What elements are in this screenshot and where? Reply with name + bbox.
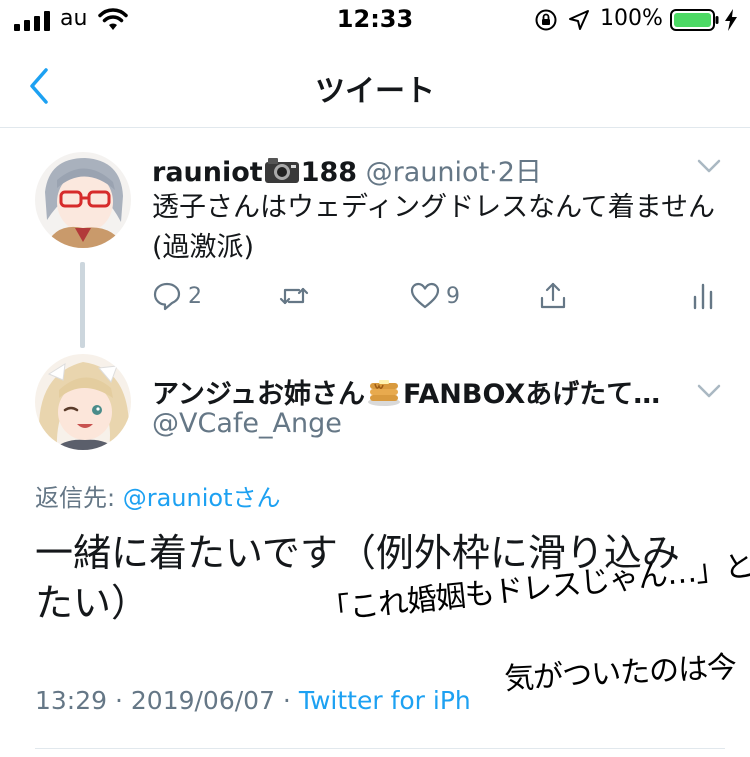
display-name[interactable]: rauniot (152, 157, 263, 188)
rotation-lock-icon (535, 9, 557, 31)
navigation-bar: ツイート (0, 44, 750, 128)
heart-icon (410, 282, 440, 309)
reply-to-link[interactable]: @rauniotさん (123, 484, 281, 512)
reply-count: 2 (188, 283, 202, 309)
display-name-prefix: アンジュお姉さん (152, 379, 366, 410)
chevron-down-icon[interactable] (696, 383, 722, 399)
analytics-icon (693, 283, 713, 310)
display-name-suffix[interactable]: 188 (301, 157, 357, 188)
like-count: 9 (446, 283, 460, 309)
page-title: ツイート (315, 74, 435, 109)
parent-tweet-header: rauniot 188 @rauniot·2日 (152, 150, 542, 189)
display-name[interactable]: アンジュお姉さん FANBOXあげたて… (152, 372, 692, 411)
tweet-text: 一緒に着たいです（例外枠に滑り込みたい） (35, 531, 680, 625)
avatar-image (35, 152, 131, 248)
analytics-button[interactable] (688, 278, 718, 314)
charging-bolt-icon (725, 9, 737, 31)
tweet-meta: 13:29 · 2019/06/07 · Twitter for iPh (35, 686, 471, 715)
like-button[interactable]: 9 (410, 278, 460, 314)
chevron-down-icon[interactable] (696, 158, 722, 174)
reply-to-line: 返信先: @rauniotさん (35, 478, 280, 513)
avatar[interactable] (35, 152, 131, 248)
reply-to-label: 返信先: (35, 484, 123, 512)
client-link[interactable]: Twitter for iPh (299, 686, 471, 715)
pancakes-icon (368, 380, 401, 406)
tweet-date: 2019/06/07 (130, 686, 275, 715)
retweet-button[interactable] (279, 278, 309, 314)
tweet-actions: 2 9 (152, 278, 722, 318)
battery-percent: 100% (600, 6, 663, 31)
meta-separator: · (107, 686, 131, 715)
avatar-image (35, 354, 131, 450)
tweet-time: 13:29 (35, 686, 108, 715)
retweet-icon (279, 287, 309, 305)
meta-separator: · (274, 686, 299, 715)
share-icon (540, 282, 566, 309)
reply-button[interactable]: 2 (152, 278, 202, 314)
battery-icon (670, 9, 719, 31)
thread-connector (80, 262, 85, 348)
tweet-text: 透子さんはウェディングドレスなんて着ません(過激派) (152, 192, 715, 263)
status-bar: au 12:33 100% (0, 0, 750, 44)
share-button[interactable] (538, 278, 568, 314)
divider (35, 748, 725, 749)
camera-icon (264, 158, 299, 183)
avatar[interactable] (35, 354, 131, 450)
reply-icon (153, 282, 181, 311)
location-icon (569, 10, 589, 30)
display-name-suffix: FANBOXあげたて… (403, 379, 661, 410)
tweet-date: 2日 (497, 157, 542, 188)
user-handle[interactable]: @VCafe_Ange (152, 408, 342, 439)
user-handle[interactable]: @rauniot (366, 157, 489, 188)
handwriting-line-2: 気がついたのは今 (503, 649, 737, 698)
separator-dot: · (489, 157, 498, 188)
